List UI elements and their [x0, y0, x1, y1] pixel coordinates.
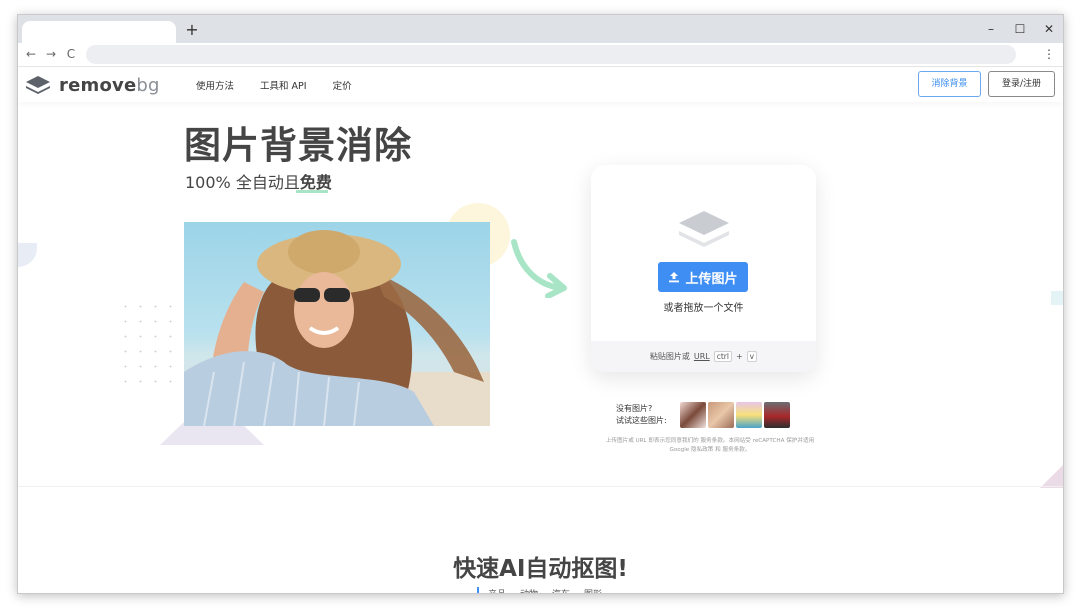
logo-text: removebg: [59, 75, 160, 96]
legal-line2: Google 隐私政策 和 服务条款。: [669, 447, 751, 453]
minimize-button[interactable]: –: [982, 20, 1000, 38]
decor-half-circle: [18, 243, 37, 267]
browser-toolbar: ← → C ⋮: [18, 43, 1063, 67]
upload-card[interactable]: 上传图片 或者拖放一个文件 粘贴图片或 URL ctrl + v: [591, 165, 816, 372]
layers-logo-icon: [26, 76, 50, 94]
tab-graphics[interactable]: 图形: [584, 587, 602, 593]
kbd-plus: +: [735, 352, 743, 361]
upload-button-label: 上传图片: [685, 271, 738, 287]
decor-corner-triangle: [1040, 463, 1063, 488]
kbd-v: v: [746, 351, 758, 362]
green-arrow-icon: [511, 239, 567, 298]
legal-notice: 上传图片或 URL 即表示您同意我们的 服务条款。本网站受 reCAPTCHA …: [590, 437, 830, 455]
site-logo[interactable]: removebg: [24, 72, 160, 98]
sample-images: [680, 402, 790, 428]
no-image-prompt: 没有图片? 试试这些图片:: [616, 403, 667, 427]
category-indicator: [477, 587, 479, 593]
reload-button[interactable]: C: [63, 46, 79, 62]
tab-products[interactable]: 产品: [488, 587, 506, 593]
nav-how-to-use[interactable]: 使用方法: [196, 78, 234, 92]
no-image-line1: 没有图片?: [616, 404, 653, 413]
nav-pricing[interactable]: 定价: [333, 78, 352, 92]
tab-cars[interactable]: 汽车: [552, 587, 570, 593]
browser-menu-button[interactable]: ⋮: [1043, 46, 1055, 62]
upload-icon: [669, 272, 680, 283]
tab-strip: + – ☐ ✕: [18, 15, 1063, 43]
woman-with-hat-image: [184, 230, 490, 426]
legal-line1: 上传图片或 URL 即表示您同意我们的 服务条款。本网站受 reCAPTCHA …: [605, 438, 815, 444]
address-bar[interactable]: [86, 45, 1016, 64]
new-tab-button[interactable]: +: [183, 21, 201, 39]
sample-cake-thumb[interactable]: [736, 402, 762, 428]
kbd-ctrl: ctrl: [713, 351, 732, 362]
sample-couple-thumb[interactable]: [708, 402, 734, 428]
decor-square: [1051, 291, 1063, 305]
page-title: 图片背景消除: [184, 124, 412, 167]
section-title: 快速AI自动抠图!: [453, 556, 628, 582]
tab-animals[interactable]: 动物: [520, 587, 538, 593]
main-nav: 使用方法 工具和 API 定价: [196, 78, 352, 92]
hero-photo: [184, 222, 490, 426]
upload-image-button[interactable]: 上传图片: [658, 262, 748, 292]
browser-tab[interactable]: [22, 21, 176, 43]
drop-file-text: 或者拖放一个文件: [663, 303, 744, 314]
site-header: removebg 使用方法 工具和 API 定价 消除背景 登录/注册: [18, 68, 1063, 102]
category-tabs: 产品 动物 汽车 图形: [488, 587, 602, 593]
nav-tools-api[interactable]: 工具和 API: [260, 78, 307, 92]
maximize-button[interactable]: ☐: [1011, 20, 1029, 38]
logo-text-bg: bg: [136, 74, 160, 96]
back-button[interactable]: ←: [23, 46, 39, 62]
sample-car-thumb[interactable]: [764, 402, 790, 428]
decor-dot-grid: [118, 299, 188, 394]
no-image-line2: 试试这些图片:: [616, 416, 667, 425]
sample-woman-thumb[interactable]: [680, 402, 706, 428]
forward-button[interactable]: →: [43, 46, 59, 62]
paste-url-link[interactable]: URL: [694, 352, 710, 361]
hero-subtitle-text: 100% 全自动且: [185, 173, 300, 192]
remove-background-button[interactable]: 消除背景: [918, 71, 981, 97]
free-underline: [296, 190, 328, 193]
logo-text-main: remove: [59, 74, 137, 96]
section-divider: [18, 486, 1063, 487]
layers-icon: [679, 211, 729, 247]
paste-hint-text: 粘贴图片或: [649, 352, 690, 361]
close-window-button[interactable]: ✕: [1040, 20, 1058, 38]
paste-hint: 粘贴图片或 URL ctrl + v: [591, 341, 816, 372]
browser-window: + – ☐ ✕ ← → C ⋮ removebg 使用方法 工具和 API 定价…: [17, 14, 1064, 594]
login-register-button[interactable]: 登录/注册: [988, 71, 1055, 97]
